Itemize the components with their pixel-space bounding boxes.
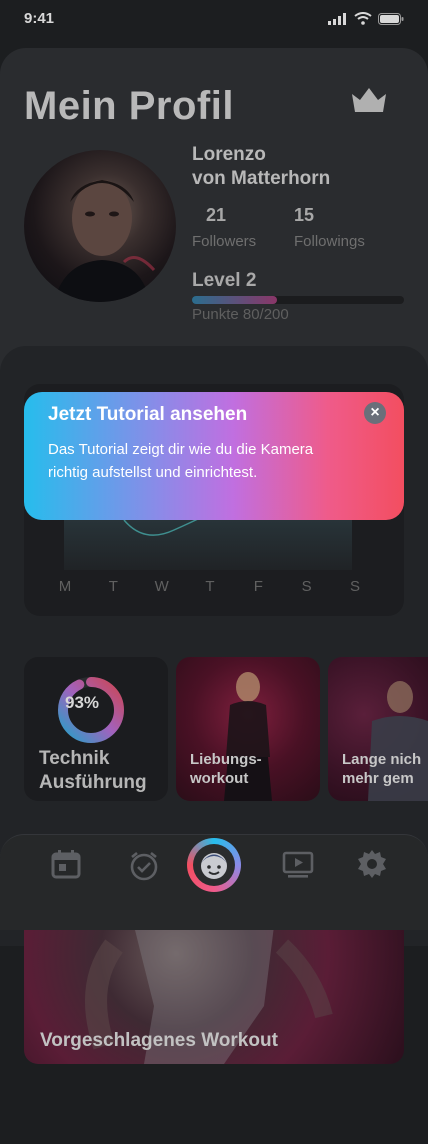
wifi-icon — [354, 12, 372, 25]
user-name: Lorenzo von Matterhorn — [192, 143, 330, 191]
suggested-workout-card[interactable]: Vorgeschlagenes Workout — [24, 926, 404, 1064]
workout-tile-label: Lange nich mehr gem — [342, 750, 421, 788]
tutorial-banner[interactable]: Jetzt Tutorial ansehen Das Tutorial zeig… — [24, 392, 404, 520]
level-progress-fill — [192, 296, 277, 304]
video-play-icon[interactable] — [282, 848, 314, 880]
tutorial-title: Jetzt Tutorial ansehen — [48, 404, 248, 425]
page-title: Mein Profil — [24, 84, 234, 128]
workout-tile-label-line2: workout — [190, 770, 249, 787]
workout-tile[interactable]: Lange nich mehr gem — [328, 657, 428, 801]
battery-icon — [378, 12, 404, 25]
face-icon-glyph — [201, 853, 227, 879]
day-label: S — [301, 578, 312, 595]
day-label: T — [205, 578, 215, 595]
chart-days: M T W T F S S — [54, 578, 366, 595]
day-label: M — [58, 578, 72, 595]
technik-tile[interactable]: 93% Technik Ausführung — [24, 657, 168, 801]
close-icon[interactable]: × — [364, 402, 386, 424]
day-label: S — [349, 578, 360, 595]
day-label: T — [108, 578, 118, 595]
technik-label-line1: Technik — [39, 748, 110, 769]
workout-tile-label-line1: Lange nich — [342, 751, 422, 768]
status-time: 9:41 — [24, 10, 55, 27]
crown-icon[interactable] — [350, 86, 388, 114]
technik-percent: 93% — [64, 693, 100, 712]
technik-label-line2: Ausführung — [39, 772, 147, 793]
tutorial-body: Das Tutorial zeigt dir wie du die Kamera… — [48, 441, 314, 481]
followings-label[interactable]: Followings — [294, 233, 365, 250]
user-last-name: von Matterhorn — [192, 168, 331, 189]
workout-tile-label: Liebungs- workout — [190, 750, 262, 788]
avatar — [24, 150, 176, 302]
status-icons — [328, 12, 404, 25]
settings-icon[interactable] — [356, 848, 388, 880]
points-label: Punkte 80/200 — [192, 306, 289, 323]
level-label: Level 2 — [192, 270, 257, 291]
user-first-name: Lorenzo — [192, 144, 266, 165]
status-bar: 9:41 — [0, 0, 428, 44]
day-label: F — [253, 578, 263, 595]
calendar-icon[interactable] — [50, 848, 82, 880]
workout-tile-label-line1: Liebungs- — [190, 751, 262, 768]
day-label: W — [154, 578, 169, 595]
alarm-check-icon[interactable] — [128, 850, 160, 882]
avatar-portrait — [54, 180, 156, 302]
technik-label: Technik Ausführung — [39, 747, 147, 795]
suggested-workout-label: Vorgeschlagenes Workout — [40, 1030, 278, 1051]
followers-label[interactable]: Followers — [192, 233, 256, 250]
workout-tile[interactable]: Liebungs- workout — [176, 657, 320, 801]
signal-icon — [328, 12, 346, 25]
level-progress-track — [192, 296, 404, 304]
face-icon[interactable] — [187, 838, 241, 892]
followings-count[interactable]: 15 — [294, 205, 314, 226]
followers-count[interactable]: 21 — [206, 205, 226, 226]
face-icon-inner — [193, 844, 235, 886]
workout-tile-label-line2: mehr gem — [342, 770, 414, 787]
